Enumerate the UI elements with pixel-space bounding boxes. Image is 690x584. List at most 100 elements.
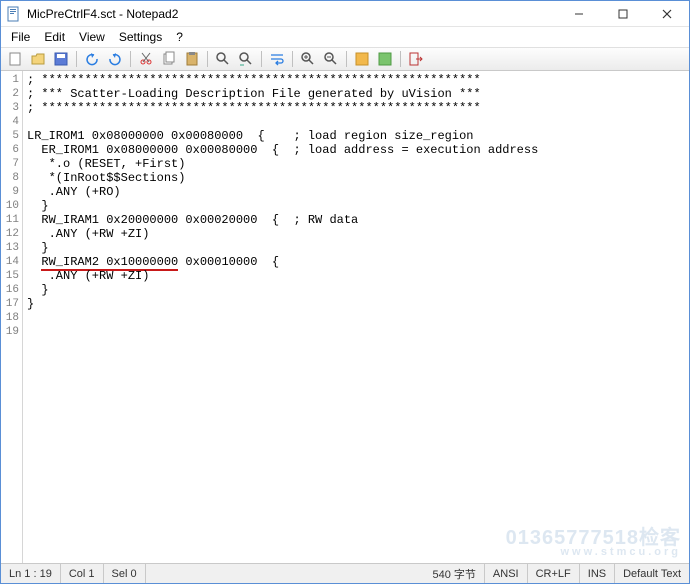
zoomin-icon: [300, 51, 316, 67]
editor: 12345678910111213141516171819 ; ********…: [1, 71, 689, 563]
scheme2-icon: [377, 51, 393, 67]
scheme-icon: [354, 51, 370, 67]
zoomout-button[interactable]: [321, 49, 341, 69]
status-eol: CR+LF: [528, 564, 580, 583]
toolbar-separator: [207, 51, 208, 67]
line-number: 9: [1, 185, 19, 199]
replace-button[interactable]: [236, 49, 256, 69]
code-line: ; **************************************…: [27, 101, 689, 115]
cut-icon: [138, 51, 154, 67]
line-number: 2: [1, 87, 19, 101]
copy-button[interactable]: [159, 49, 179, 69]
status-col: Col 1: [61, 564, 104, 583]
line-number: 11: [1, 213, 19, 227]
exit-icon: [408, 51, 424, 67]
code-line: .ANY (+RW +ZI): [27, 269, 689, 283]
line-number: 10: [1, 199, 19, 213]
line-number: 18: [1, 311, 19, 325]
new-button[interactable]: [5, 49, 25, 69]
code-line: }: [27, 199, 689, 213]
code-line: RW_IRAM1 0x20000000 0x00020000 { ; RW da…: [27, 213, 689, 227]
line-number: 1: [1, 73, 19, 87]
copy-icon: [161, 51, 177, 67]
undo-button[interactable]: [82, 49, 102, 69]
line-number: 19: [1, 325, 19, 339]
status-pos: Ln 1 : 19: [1, 564, 61, 583]
menu-file[interactable]: File: [5, 29, 36, 45]
status-bytes: 540 字节: [425, 564, 485, 583]
find-button[interactable]: [213, 49, 233, 69]
code-line: *.o (RESET, +First): [27, 157, 689, 171]
menu-settings[interactable]: Settings: [113, 29, 168, 45]
zoomout-icon: [323, 51, 339, 67]
line-number: 15: [1, 269, 19, 283]
save-icon: [53, 51, 69, 67]
status-lang: Default Text: [615, 564, 689, 583]
code-line: }: [27, 297, 689, 311]
code-line: [27, 115, 689, 129]
zoomin-button[interactable]: [298, 49, 318, 69]
menubar: File Edit View Settings ?: [1, 27, 689, 47]
status-ins: INS: [580, 564, 615, 583]
menu-help[interactable]: ?: [170, 29, 189, 45]
redo-icon: [107, 51, 123, 67]
new-icon: [7, 51, 23, 67]
code-line: *(InRoot$$Sections): [27, 171, 689, 185]
toolbar: [1, 47, 689, 71]
wordwrap-button[interactable]: [267, 49, 287, 69]
line-number: 16: [1, 283, 19, 297]
code-line: RW_IRAM2 0x10000000 0x00010000 {: [27, 255, 689, 269]
replace-icon: [238, 51, 254, 67]
code-line: [27, 311, 689, 325]
code-line: [27, 325, 689, 339]
paste-icon: [184, 51, 200, 67]
titlebar: MicPreCtrlF4.sct - Notepad2: [1, 1, 689, 27]
code-line: .ANY (+RW +ZI): [27, 227, 689, 241]
line-number: 3: [1, 101, 19, 115]
code-line: ER_IROM1 0x08000000 0x00080000 { ; load …: [27, 143, 689, 157]
line-number: 17: [1, 297, 19, 311]
paste-button[interactable]: [182, 49, 202, 69]
find-icon: [215, 51, 231, 67]
statusbar: Ln 1 : 19 Col 1 Sel 0 540 字节 ANSI CR+LF …: [1, 563, 689, 583]
code-line: ; **************************************…: [27, 73, 689, 87]
line-number: 13: [1, 241, 19, 255]
app-icon: [7, 6, 21, 22]
line-gutter: 12345678910111213141516171819: [1, 71, 23, 563]
status-enc: ANSI: [485, 564, 528, 583]
code-line: .ANY (+RO): [27, 185, 689, 199]
line-number: 14: [1, 255, 19, 269]
window-title: MicPreCtrlF4.sct - Notepad2: [27, 7, 557, 21]
menu-view[interactable]: View: [73, 29, 111, 45]
toolbar-separator: [400, 51, 401, 67]
line-number: 6: [1, 143, 19, 157]
close-button[interactable]: [645, 1, 689, 26]
code-line: }: [27, 241, 689, 255]
minimize-button[interactable]: [557, 1, 601, 26]
toolbar-separator: [261, 51, 262, 67]
undo-icon: [84, 51, 100, 67]
exit-button[interactable]: [406, 49, 426, 69]
toolbar-separator: [130, 51, 131, 67]
status-sel: Sel 0: [104, 564, 146, 583]
line-number: 8: [1, 171, 19, 185]
open-icon: [30, 51, 46, 67]
save-button[interactable]: [51, 49, 71, 69]
toolbar-separator: [292, 51, 293, 67]
app-window: MicPreCtrlF4.sct - Notepad2 File Edit Vi…: [0, 0, 690, 584]
scheme2-button[interactable]: [375, 49, 395, 69]
window-controls: [557, 1, 689, 26]
line-number: 5: [1, 129, 19, 143]
code-area[interactable]: ; **************************************…: [23, 71, 689, 563]
wordwrap-icon: [269, 51, 285, 67]
cut-button[interactable]: [136, 49, 156, 69]
scheme-button[interactable]: [352, 49, 372, 69]
line-number: 12: [1, 227, 19, 241]
code-line: ; *** Scatter-Loading Description File g…: [27, 87, 689, 101]
maximize-button[interactable]: [601, 1, 645, 26]
menu-edit[interactable]: Edit: [38, 29, 71, 45]
toolbar-separator: [76, 51, 77, 67]
redo-button[interactable]: [105, 49, 125, 69]
open-button[interactable]: [28, 49, 48, 69]
line-number: 7: [1, 157, 19, 171]
